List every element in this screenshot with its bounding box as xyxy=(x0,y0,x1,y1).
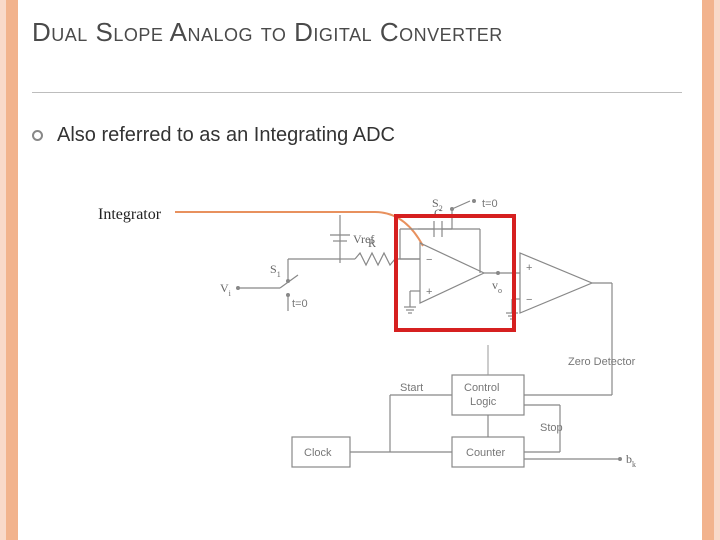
label-vi: V xyxy=(220,281,229,295)
bullet-icon xyxy=(32,130,43,141)
label-vi-sub: i xyxy=(229,289,232,298)
label-r: R xyxy=(368,236,376,250)
bullet-item: Also referred to as an Integrating ADC xyxy=(32,124,395,147)
label-bk-sub: k xyxy=(632,460,636,469)
label-vo-sub: o xyxy=(498,286,502,295)
label-control-2: Logic xyxy=(470,396,497,408)
opamp2-plus: + xyxy=(526,262,532,274)
svg-text:S1: S1 xyxy=(270,262,281,279)
slide: Dual Slope Analog to Digital Converter A… xyxy=(0,0,720,540)
integrator-label: Integrator xyxy=(98,206,161,224)
svg-text:vo: vo xyxy=(492,278,502,295)
svg-text:Vi: Vi xyxy=(220,281,232,298)
bullet-text: Also referred to as an Integrating ADC xyxy=(57,124,395,147)
label-clock: Clock xyxy=(304,447,332,459)
stripe-left-inner xyxy=(6,0,18,540)
opamp1-plus: + xyxy=(426,286,432,298)
title-underline xyxy=(32,92,682,93)
circuit-diagram: Vref S2 t=0 C Vi xyxy=(220,195,660,495)
opamp2-minus: − xyxy=(526,294,532,306)
label-s1: S xyxy=(270,262,277,276)
label-counter: Counter xyxy=(466,447,505,459)
label-s1-sub: 1 xyxy=(277,270,281,279)
slide-title: Dual Slope Analog to Digital Converter xyxy=(32,18,503,48)
label-t0-s1: t=0 xyxy=(292,298,308,310)
label-zero-detector: Zero Detector xyxy=(568,356,636,368)
label-stop: Stop xyxy=(540,422,563,434)
stripe-right-inner xyxy=(702,0,714,540)
label-c: C xyxy=(434,206,442,220)
svg-text:bk: bk xyxy=(626,452,636,469)
label-t0-s2: t=0 xyxy=(482,198,498,210)
label-start: Start xyxy=(400,382,423,394)
label-control-1: Control xyxy=(464,382,499,394)
opamp1-minus: − xyxy=(426,254,432,266)
